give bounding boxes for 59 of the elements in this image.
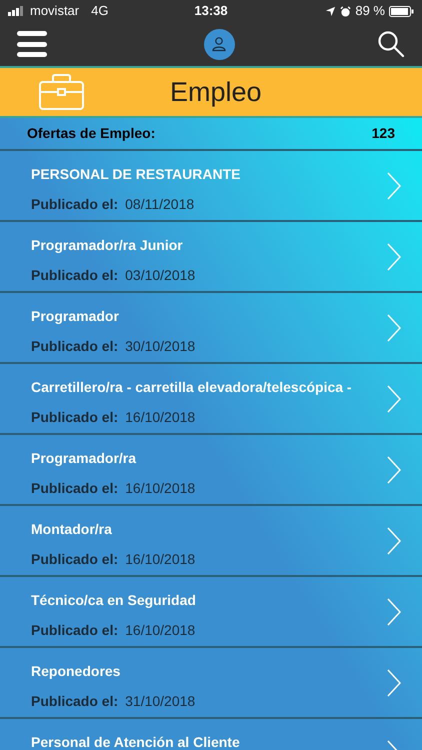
chevron-right-icon bbox=[386, 172, 402, 200]
page-title: Empleo bbox=[170, 76, 262, 109]
battery-icon bbox=[389, 6, 414, 16]
date-label: Publicado el: bbox=[31, 266, 118, 285]
publish-date: 16/10/2018 bbox=[125, 621, 196, 640]
publish-date: 16/10/2018 bbox=[125, 408, 196, 427]
chevron-right-icon bbox=[386, 668, 402, 696]
date-label: Publicado el: bbox=[31, 621, 118, 640]
date-label: Publicado el: bbox=[31, 692, 118, 711]
publish-date: 31/10/2018 bbox=[125, 692, 196, 711]
publish-date: 30/10/2018 bbox=[125, 337, 196, 356]
job-title: PERSONAL DE RESTAURANTE bbox=[31, 166, 242, 183]
date-label: Publicado el: bbox=[31, 195, 118, 214]
profile-button[interactable] bbox=[204, 28, 234, 60]
publish-date: 16/10/2018 bbox=[125, 550, 196, 569]
search-icon bbox=[377, 30, 405, 58]
person-icon bbox=[211, 36, 227, 52]
job-title: Programador/ra bbox=[31, 450, 138, 467]
briefcase-icon bbox=[39, 74, 84, 110]
chevron-right-icon bbox=[386, 314, 402, 342]
job-offer-row[interactable]: PERSONAL DE RESTAURANTE Publicado el: 08/11/2018 bbox=[0, 151, 422, 222]
job-title: Montador/ra bbox=[31, 521, 113, 538]
location-arrow-icon bbox=[325, 6, 336, 16]
clock: 13:38 bbox=[194, 2, 228, 20]
chevron-right-icon bbox=[386, 242, 402, 270]
search-button[interactable] bbox=[377, 30, 405, 58]
date-label: Publicado el: bbox=[31, 337, 118, 356]
job-offer-row[interactable]: Carretillero/ra - carretilla elevadora/telescópica - Publicado el: 16/10/2018 bbox=[0, 364, 422, 435]
job-offer-row[interactable]: Técnico/ca en Seguridad Publicado el: 16/10/2018 bbox=[0, 577, 422, 648]
signal-icon bbox=[8, 6, 26, 16]
menu-button[interactable] bbox=[17, 31, 47, 57]
job-offer-row[interactable]: Programador/ra Publicado el: 16/10/2018 bbox=[0, 435, 422, 506]
alarm-clock-icon bbox=[340, 6, 352, 16]
chevron-right-icon bbox=[386, 384, 402, 412]
job-title: Carretillero/ra - carretilla elevadora/telescópica - bbox=[31, 379, 353, 396]
date-label: Publicado el: bbox=[31, 479, 118, 498]
date-label: Publicado el: bbox=[31, 550, 118, 569]
job-title: Personal de Atención al Cliente bbox=[31, 734, 241, 750]
job-title: Programador bbox=[31, 308, 120, 325]
battery-percent: 89 % bbox=[355, 2, 385, 20]
job-offer-row[interactable]: Programador/ra Junior Publicado el: 03/10/2018 bbox=[0, 222, 422, 293]
date-label: Publicado el: bbox=[31, 408, 118, 427]
network-type: 4G bbox=[91, 2, 108, 20]
publish-date: 08/11/2018 bbox=[125, 195, 194, 214]
job-title: Técnico/ca en Seguridad bbox=[31, 592, 197, 609]
job-title: Reponedores bbox=[31, 663, 122, 680]
chevron-right-icon bbox=[386, 598, 402, 626]
offers-count: 123 bbox=[372, 124, 395, 143]
chevron-right-icon bbox=[386, 526, 402, 554]
job-offer-row[interactable]: Personal de Atención al Cliente bbox=[0, 719, 422, 750]
chevron-right-icon bbox=[386, 456, 402, 484]
job-offer-row[interactable]: Montador/ra Publicado el: 16/10/2018 bbox=[0, 506, 422, 577]
offers-label: Ofertas de Empleo: bbox=[27, 124, 156, 143]
job-title: Programador/ra Junior bbox=[31, 237, 184, 254]
publish-date: 03/10/2018 bbox=[125, 266, 196, 285]
carrier-name: movistar bbox=[30, 2, 80, 20]
job-offer-row[interactable]: Reponedores Publicado el: 31/10/2018 bbox=[0, 648, 422, 719]
publish-date: 16/10/2018 bbox=[125, 479, 196, 498]
job-offer-row[interactable]: Programador Publicado el: 30/10/2018 bbox=[0, 293, 422, 364]
